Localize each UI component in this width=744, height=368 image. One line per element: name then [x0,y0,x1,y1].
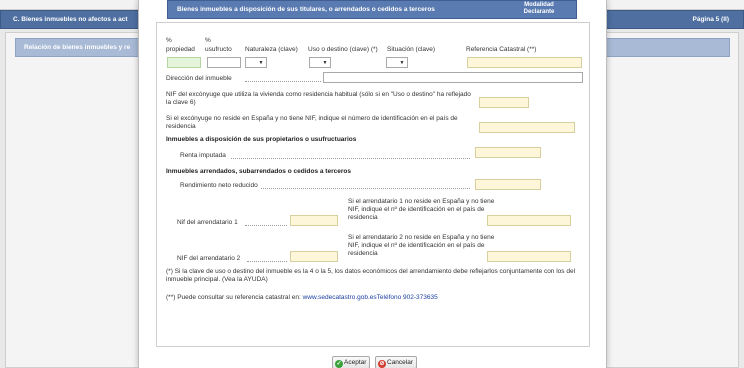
nif-arrendatario-2-input[interactable] [290,251,338,262]
check-circle-icon: ✓ [335,360,343,368]
modalidad-label: Modalidad Declarante [504,2,574,16]
subsection-header-title: Relación de bienes inmuebles y re [24,44,131,51]
arrendatario-1-no-reside-label: Si el arrendatario 1 no reside en España… [348,198,495,221]
situacion-select[interactable]: ▼ [386,57,408,68]
catastro-note-prefix: (**) Puede consultar su referencia catas… [166,294,303,301]
nif-arrendatario-1-label: Nif del arrendatario 1 [177,219,238,226]
chevron-down-icon: ▼ [322,60,328,66]
leader-dots [245,81,321,82]
leader-dots [231,158,470,159]
nif-arrendatario-2-label: NIF del arrendatario 2 [177,255,241,262]
direccion-label: Dirección del inmueble [166,75,232,82]
catastro-note: (**) Puede consultar su referencia catas… [166,294,438,302]
renta-imputada-label: Renta imputada [180,152,226,159]
naturaleza-label: Naturaleza (clave) [245,46,298,53]
modal-header: Bienes inmuebles a disposición de sus ti… [167,0,577,19]
arrendatario-2-no-reside-label: Si el arrendatario 2 no reside en España… [348,234,495,257]
direccion-input[interactable] [323,72,583,83]
accept-button-label: Aceptar [344,359,367,366]
pct-symbol-2: % [205,37,211,44]
chevron-down-icon: ▼ [258,60,264,66]
modal-title: Bienes inmuebles a disposición de sus ti… [177,6,435,13]
nif-exconyuge-label: NIF del excónyuge que utiliza la viviend… [166,91,471,106]
sedecatastro-link[interactable]: www.sedecatastro.gob.es [303,294,377,301]
referencia-catastral-input[interactable] [467,57,582,68]
modalidad-line1: Modalidad [524,2,554,8]
catastro-phone: Teléfono 902-373635 [376,294,438,301]
propiedad-input[interactable] [167,57,201,68]
naturaleza-select[interactable]: ▼ [245,57,267,68]
modal-dialog: Bienes inmuebles a disposición de sus ti… [138,0,607,368]
leader-dots [261,188,470,189]
cancel-button[interactable]: ⊘ Cancelar [375,356,418,368]
rendimiento-neto-label: Rendimiento neto reducido [180,182,258,189]
referencia-catastral-label: Referencia Catastral (**) [466,46,537,53]
uso-destino-note: (*) Si la clave de uso o destino del inm… [166,268,576,283]
usufructo-input[interactable] [207,57,241,68]
uso-destino-select[interactable]: ▼ [309,57,331,68]
propiedad-label: propiedad [166,46,195,53]
usufructo-label: usufructo [205,46,232,53]
chevron-down-icon: ▼ [399,60,405,66]
rendimiento-neto-input[interactable] [475,179,541,190]
form-area: % propiedad % usufructo Naturaleza (clav… [156,22,590,347]
cancel-button-label: Cancelar [387,359,414,366]
section-arrendados-title: Inmuebles arrendados, subarrendados o ce… [166,168,351,175]
leader-dots [245,225,287,226]
uso-destino-label: Uso o destino (clave) (*) [308,46,378,53]
cancel-circle-icon: ⊘ [378,360,386,368]
nif-arrendatario-1-input[interactable] [290,215,338,226]
exconyuge-no-reside-label: Si el excónyuge no reside en España y no… [166,115,458,130]
arrendatario-1-id-pais-input[interactable] [487,215,571,226]
nif-exconyuge-input[interactable] [479,97,529,108]
situacion-label: Situación (clave) [387,46,436,53]
arrendatario-2-id-pais-input[interactable] [487,251,571,262]
exconyuge-id-pais-input[interactable] [479,122,575,133]
section-header-title: C. Bienes inmuebles no afectos a act [13,16,128,23]
page-indicator: Página 5 (II) [692,16,729,23]
section-disposicion-title: Inmuebles a disposición de sus propietar… [166,136,357,143]
accept-button[interactable]: ✓ Aceptar [332,356,371,368]
leader-dots [247,261,287,262]
pct-symbol-1: % [166,37,172,44]
modalidad-line2: Declarante [523,9,555,15]
renta-imputada-input[interactable] [475,147,541,158]
